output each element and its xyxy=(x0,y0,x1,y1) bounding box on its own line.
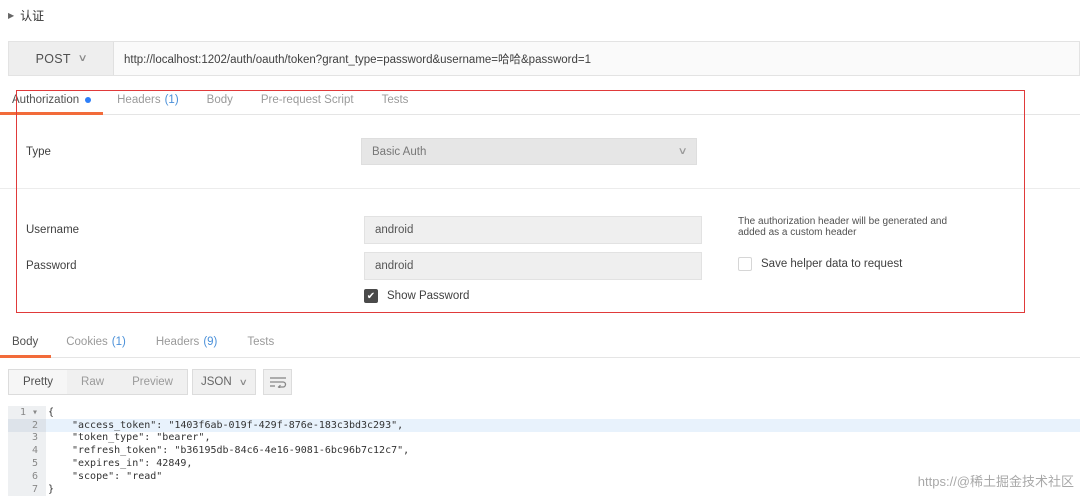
tab-label: Headers xyxy=(117,94,161,106)
tab-label: Body xyxy=(206,94,233,106)
code-text: { xyxy=(48,406,55,418)
caret-right-icon: ▶ xyxy=(8,10,15,20)
show-password-label: Show Password xyxy=(387,290,470,302)
tab-label: Cookies xyxy=(66,336,108,348)
format-value: JSON xyxy=(201,376,232,388)
view-raw-button[interactable]: Raw xyxy=(67,370,118,394)
divider xyxy=(0,188,1080,189)
code-text: "access_token": "1403f6ab-019f-429f-876e… xyxy=(72,419,404,431)
password-input[interactable]: android xyxy=(364,252,702,280)
tab-response-tests[interactable]: Tests xyxy=(232,327,289,357)
tab-authorization[interactable]: Authorization xyxy=(0,86,104,115)
line-number: 4 xyxy=(8,444,46,458)
wrap-lines-icon xyxy=(269,377,286,388)
line-number: 3 xyxy=(8,431,46,445)
tab-tests[interactable]: Tests xyxy=(368,86,423,114)
view-preview-button[interactable]: Preview xyxy=(118,370,187,394)
username-label: Username xyxy=(26,224,80,236)
tab-label: Pre-request Script xyxy=(260,94,354,106)
tab-label: Headers xyxy=(155,336,200,348)
code-text: "scope": "read" xyxy=(72,470,163,482)
method-dropdown[interactable]: POST ∨ xyxy=(9,42,114,75)
url-bar: POST ∨ http://localhost:1202/auth/oauth/… xyxy=(8,41,1080,76)
show-password-checkbox[interactable]: ✔ xyxy=(364,289,378,303)
checkmark-icon: ✔ xyxy=(366,290,376,302)
line-number: 2 xyxy=(8,418,46,432)
code-text: } xyxy=(48,483,55,495)
tab-label: Authorization xyxy=(12,94,80,106)
tab-count: (1) xyxy=(164,94,179,106)
tab-response-cookies[interactable]: Cookies (1) xyxy=(51,327,141,357)
format-dropdown[interactable]: JSON ∨ xyxy=(192,369,256,395)
save-helper-label: Save helper data to request xyxy=(761,258,903,270)
tab-headers[interactable]: Headers (1) xyxy=(103,86,193,114)
password-label: Password xyxy=(26,260,77,272)
line-number: 7 xyxy=(8,482,46,496)
type-label: Type xyxy=(26,146,51,158)
code-text: "expires_in": 42849, xyxy=(72,458,193,470)
tab-body[interactable]: Body xyxy=(193,86,247,114)
tab-count: (9) xyxy=(203,336,218,348)
line-number: 1 ▾ xyxy=(8,406,46,419)
auth-type-select[interactable]: Basic Auth ∨ xyxy=(361,138,697,165)
response-tabs: Body Cookies (1) Headers (9) Tests xyxy=(0,327,1080,358)
code-text: "refresh_token": "b36195db-84c6-4e16-908… xyxy=(72,445,410,457)
line-number: 6 xyxy=(8,469,46,483)
save-helper-checkbox[interactable] xyxy=(738,257,752,271)
auth-hint-text: The authorization header will be generat… xyxy=(738,216,948,238)
chevron-down-icon: ∨ xyxy=(239,376,249,387)
auth-type-value: Basic Auth xyxy=(372,145,427,158)
chevron-down-icon: ∨ xyxy=(77,53,88,64)
code-line: 1 ▾ { xyxy=(8,406,1080,419)
code-line: 5 "expires_in": 42849, xyxy=(8,457,1080,470)
view-pretty-button[interactable]: Pretty xyxy=(9,370,68,394)
status-dot-icon xyxy=(85,97,92,103)
tab-pre-request-script[interactable]: Pre-request Script xyxy=(247,86,368,114)
username-input[interactable]: android xyxy=(364,216,702,244)
tab-response-headers[interactable]: Headers (9) xyxy=(141,327,233,357)
code-line: 3 "token_type": "bearer", xyxy=(8,431,1080,445)
tab-label: Tests xyxy=(381,94,409,106)
method-label: POST xyxy=(35,51,71,66)
watermark: https://@稀土掘金技术社区 xyxy=(917,474,1074,489)
tab-label: Body xyxy=(12,336,39,348)
request-tabs: Authorization Headers (1) Body Pre-reque… xyxy=(0,86,1080,115)
tab-count: (1) xyxy=(111,336,126,348)
code-line: 4 "refresh_token": "b36195db-84c6-4e16-9… xyxy=(8,444,1080,458)
chevron-down-icon: ∨ xyxy=(677,146,688,157)
tab-response-body[interactable]: Body xyxy=(0,327,52,358)
code-text: "token_type": "bearer", xyxy=(72,432,211,444)
view-mode-group: Pretty Raw Preview xyxy=(8,369,188,395)
line-number: 5 xyxy=(8,457,46,470)
code-line: 2 "access_token": "1403f6ab-019f-429f-87… xyxy=(8,418,1080,432)
wrap-lines-button[interactable] xyxy=(263,369,292,395)
tab-label: Tests xyxy=(247,336,275,348)
section-header[interactable]: ▶ 认证 xyxy=(8,6,44,24)
section-title: 认证 xyxy=(20,8,45,23)
url-input[interactable]: http://localhost:1202/auth/oauth/token?g… xyxy=(114,42,591,75)
